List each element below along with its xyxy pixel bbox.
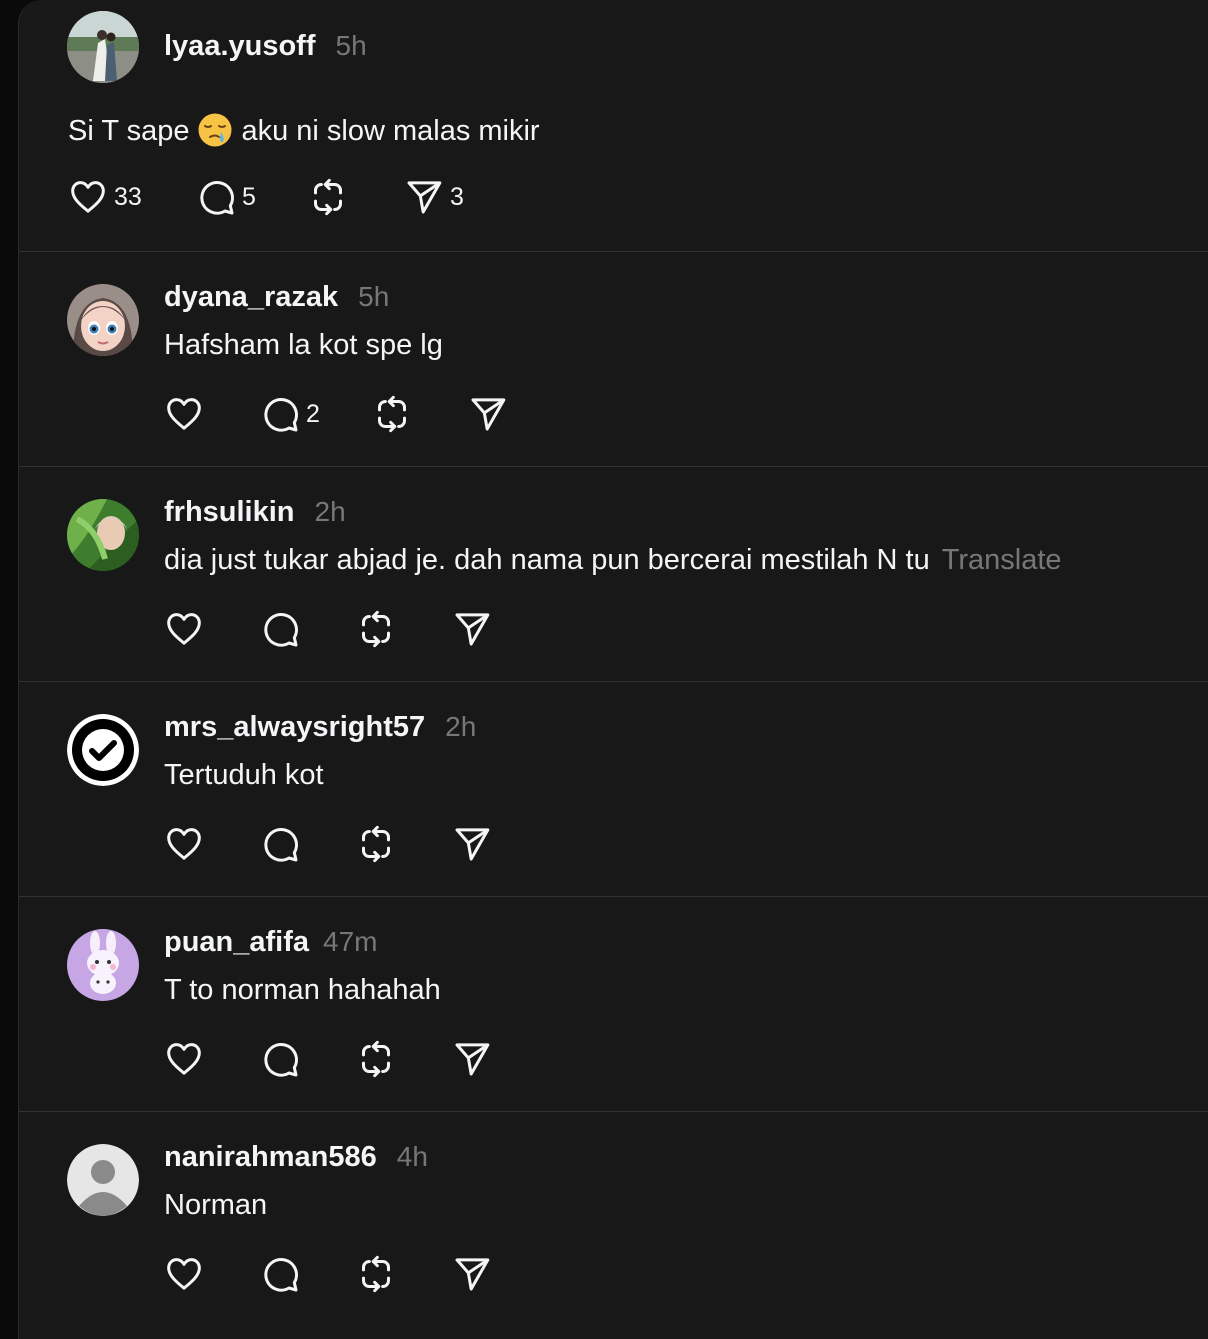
heart-icon [164, 824, 204, 864]
repost-icon [372, 394, 412, 434]
reply-text-content: dia just tukar abjad je. dah nama pun be… [164, 544, 930, 576]
reply-text: Hafsham la kot spe lg [164, 329, 443, 361]
reply-button[interactable] [260, 824, 300, 864]
translate-link[interactable]: Translate [942, 544, 1062, 576]
repost-icon [356, 609, 396, 649]
reply-button[interactable] [260, 609, 300, 649]
share-button[interactable] [452, 824, 492, 864]
reply-text: dia just tukar abjad je. dah nama pun be… [164, 544, 1062, 577]
repost-button[interactable] [372, 394, 412, 434]
share-button[interactable] [452, 609, 492, 649]
post-text-part-2: aku ni slow malas mikir [241, 115, 540, 147]
heart-icon [164, 1039, 204, 1079]
send-icon [452, 609, 492, 649]
comment-bubble-icon [260, 1254, 300, 1294]
send-icon [452, 1039, 492, 1079]
like-button[interactable] [164, 609, 204, 649]
timestamp: 2h [314, 496, 346, 527]
share-count: 3 [450, 182, 464, 211]
repost-button[interactable] [356, 1039, 396, 1079]
share-button[interactable]: 3 [404, 177, 464, 217]
avatar[interactable] [67, 1144, 139, 1216]
username[interactable]: dyana_razak [164, 281, 338, 314]
username[interactable]: frhsulikin [164, 496, 295, 529]
timestamp: 47m [323, 926, 378, 957]
heart-icon [164, 609, 204, 649]
timestamp: 5h [335, 30, 367, 61]
repost-button[interactable] [356, 824, 396, 864]
share-button[interactable] [468, 394, 508, 434]
send-icon [404, 177, 444, 217]
repost-icon [308, 177, 348, 217]
avatar[interactable] [67, 929, 139, 1001]
repost-icon [356, 1039, 396, 1079]
username[interactable]: lyaa.yusoff [164, 30, 316, 63]
like-button[interactable] [164, 394, 204, 434]
send-icon [452, 1254, 492, 1294]
timestamp: 4h [396, 1141, 428, 1172]
repost-icon [356, 824, 396, 864]
reply-button[interactable]: 5 [196, 177, 256, 217]
heart-icon [164, 1254, 204, 1294]
comment-bubble-icon [260, 394, 300, 434]
reply-count: 2 [306, 399, 320, 428]
post-text-part-1: Si T sape [68, 115, 190, 147]
avatar[interactable] [67, 499, 139, 571]
timestamp: 2h [445, 711, 477, 742]
comment-bubble-icon [260, 1039, 300, 1079]
like-button[interactable] [164, 1039, 204, 1079]
avatar[interactable] [67, 11, 139, 83]
reply-item: puan_afifa 47m T to norman hahahah [19, 896, 1208, 1112]
comment-bubble-icon [196, 177, 236, 217]
comment-bubble-icon [260, 824, 300, 864]
heart-icon [68, 177, 108, 217]
reply-count: 5 [242, 182, 256, 211]
heart-icon [164, 394, 204, 434]
like-button[interactable] [164, 824, 204, 864]
timestamp: 5h [358, 281, 390, 312]
username[interactable]: puan_afifa [164, 926, 309, 959]
repost-button[interactable] [308, 177, 348, 217]
reply-item: nanirahman586 4h Norman [19, 1111, 1208, 1339]
send-icon [452, 824, 492, 864]
reply-button[interactable] [260, 1254, 300, 1294]
send-icon [468, 394, 508, 434]
reply-item: frhsulikin 2h dia just tukar abjad je. d… [19, 466, 1208, 682]
reply-text: T to norman hahahah [164, 974, 441, 1006]
post-text: Si T sape aku ni slow malas mikir [68, 112, 540, 156]
repost-icon [356, 1254, 396, 1294]
avatar[interactable] [67, 284, 139, 356]
reply-button[interactable]: 2 [260, 394, 320, 434]
repost-button[interactable] [356, 609, 396, 649]
main-post: lyaa.yusoff 5h Si T sape aku ni slow mal… [19, 0, 1208, 252]
username[interactable]: mrs_alwaysright57 [164, 711, 425, 744]
like-button[interactable]: 33 [68, 177, 142, 217]
thread-panel: lyaa.yusoff 5h Si T sape aku ni slow mal… [18, 0, 1208, 1339]
sleepy-face-emoji-icon [197, 112, 233, 156]
repost-button[interactable] [356, 1254, 396, 1294]
username[interactable]: nanirahman586 [164, 1141, 377, 1174]
like-count: 33 [114, 182, 142, 211]
share-button[interactable] [452, 1254, 492, 1294]
reply-button[interactable] [260, 1039, 300, 1079]
like-button[interactable] [164, 1254, 204, 1294]
avatar[interactable] [67, 714, 139, 786]
reply-text: Norman [164, 1189, 268, 1221]
reply-text: Tertuduh kot [164, 759, 324, 791]
reply-item: mrs_alwaysright57 2h Tertuduh kot [19, 681, 1208, 897]
share-button[interactable] [452, 1039, 492, 1079]
comment-bubble-icon [260, 609, 300, 649]
reply-item: dyana_razak 5h Hafsham la kot spe lg 2 [19, 251, 1208, 467]
